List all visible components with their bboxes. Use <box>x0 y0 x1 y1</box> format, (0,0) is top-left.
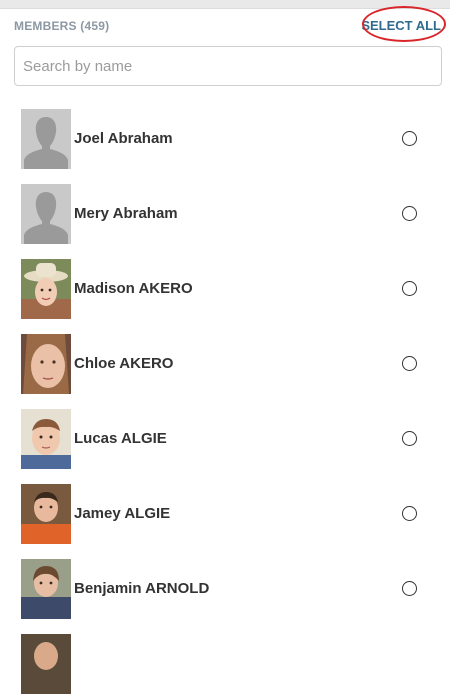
member-name: Chloe AKERO <box>74 355 174 372</box>
select-member-radio[interactable] <box>402 281 417 296</box>
members-header: MEMBERS (459) SELECT ALL <box>14 16 444 38</box>
select-all-button[interactable]: SELECT ALL <box>361 18 441 33</box>
list-item[interactable]: Benjamin ARNOLD <box>0 550 450 625</box>
avatar <box>21 259 71 319</box>
avatar <box>21 559 71 619</box>
member-name: Benjamin ARNOLD <box>74 580 210 597</box>
avatar <box>21 409 71 469</box>
list-item[interactable] <box>0 625 450 700</box>
avatar <box>21 184 71 244</box>
select-member-radio[interactable] <box>402 581 417 596</box>
member-name: Joel Abraham <box>74 130 173 147</box>
select-member-radio[interactable] <box>402 431 417 446</box>
select-member-radio[interactable] <box>402 356 417 371</box>
search-input[interactable] <box>14 46 442 86</box>
list-item[interactable]: Chloe AKERO <box>0 325 450 400</box>
list-item[interactable]: Lucas ALGIE <box>0 400 450 475</box>
member-name: Mery Abraham <box>74 205 178 222</box>
list-item[interactable]: Madison AKERO <box>0 250 450 325</box>
member-name: Jamey ALGIE <box>74 505 171 522</box>
list-item[interactable]: Mery Abraham <box>0 175 450 250</box>
avatar <box>21 484 71 544</box>
member-name: Madison AKERO <box>74 280 193 297</box>
select-member-radio[interactable] <box>402 206 417 221</box>
avatar <box>21 334 71 394</box>
top-strip <box>0 0 450 9</box>
member-name: Lucas ALGIE <box>74 430 167 447</box>
select-member-radio[interactable] <box>402 131 417 146</box>
avatar <box>21 634 71 694</box>
avatar <box>21 109 71 169</box>
members-count-label: MEMBERS (459) <box>14 19 110 33</box>
list-item[interactable]: Joel Abraham <box>0 100 450 175</box>
list-item[interactable]: Jamey ALGIE <box>0 475 450 550</box>
select-member-radio[interactable] <box>402 506 417 521</box>
